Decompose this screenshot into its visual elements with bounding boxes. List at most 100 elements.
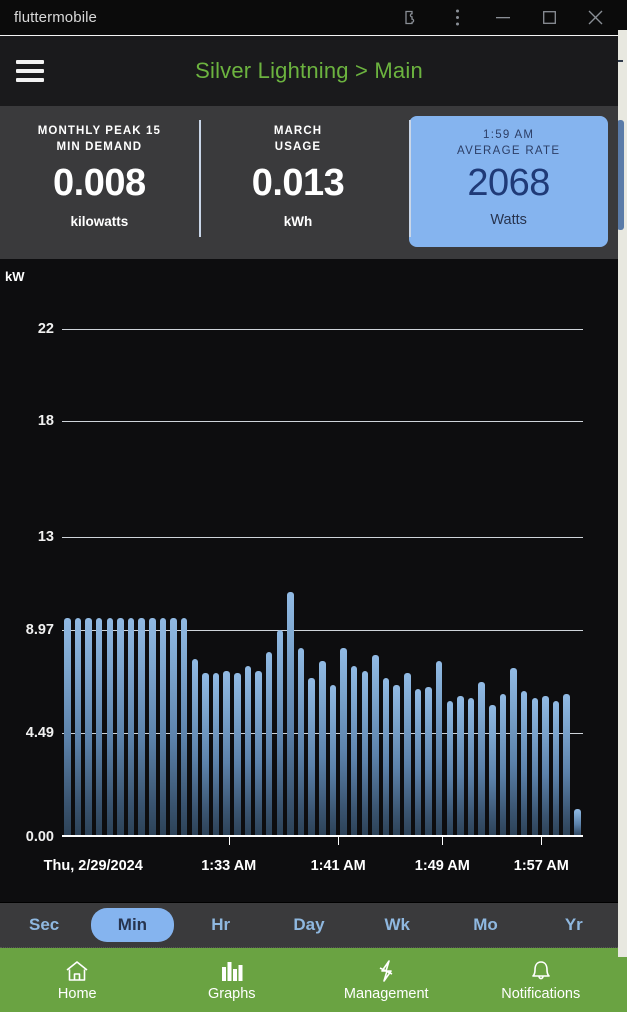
chart-bar[interactable] — [244, 666, 252, 837]
chart-bar[interactable] — [319, 661, 326, 837]
bar-cell[interactable] — [530, 271, 541, 837]
bar-cell[interactable] — [434, 271, 445, 837]
chart-bar[interactable] — [234, 672, 241, 837]
bar-cell[interactable] — [211, 271, 222, 837]
chart-bar[interactable] — [552, 700, 560, 837]
bar-cell[interactable] — [413, 271, 424, 837]
chart-bar[interactable] — [212, 672, 220, 837]
nav-item-graphs[interactable]: Graphs — [155, 959, 310, 1002]
chart-bar[interactable] — [414, 689, 422, 837]
chart-bar[interactable] — [489, 705, 496, 837]
chart-bar[interactable] — [574, 809, 581, 837]
bar-cell[interactable] — [476, 271, 487, 837]
range-tab-sec[interactable]: Sec — [3, 908, 85, 942]
bar-cell[interactable] — [381, 271, 392, 837]
chart-bar[interactable] — [127, 617, 135, 837]
bar-cell[interactable] — [519, 271, 530, 837]
chart-bar[interactable] — [499, 693, 507, 837]
chart-bar[interactable] — [372, 654, 379, 837]
range-tab-mo[interactable]: Mo — [444, 908, 526, 942]
bar-cell[interactable] — [572, 271, 583, 837]
bar-cell[interactable] — [508, 271, 519, 837]
bar-cell[interactable] — [540, 271, 551, 837]
chart-bar[interactable] — [382, 677, 390, 837]
chart-bar[interactable] — [340, 647, 347, 837]
bar-cell[interactable] — [498, 271, 509, 837]
chart-bar[interactable] — [287, 592, 294, 837]
bar-cell[interactable] — [73, 271, 84, 837]
bar-cell[interactable] — [306, 271, 317, 837]
bar-cell[interactable] — [370, 271, 381, 837]
close-button[interactable] — [572, 0, 618, 35]
chart-bar[interactable] — [180, 617, 188, 837]
bar-cell[interactable] — [423, 271, 434, 837]
bar-cell[interactable] — [391, 271, 402, 837]
chart-bar[interactable] — [308, 677, 315, 837]
chart-bar[interactable] — [510, 668, 517, 837]
chart-bar[interactable] — [202, 672, 209, 837]
nav-item-home[interactable]: Home — [0, 959, 155, 1002]
bar-cell[interactable] — [94, 271, 105, 837]
chart-bar[interactable] — [520, 691, 528, 837]
bar-cell[interactable] — [200, 271, 211, 837]
nav-item-management[interactable]: Management — [309, 959, 464, 1002]
chart-bar[interactable] — [106, 617, 114, 837]
bar-cell[interactable] — [221, 271, 232, 837]
minimize-button[interactable] — [480, 0, 526, 35]
bar-cell[interactable] — [296, 271, 307, 837]
chart-bar[interactable] — [446, 700, 454, 837]
more-vertical-icon[interactable] — [434, 0, 480, 35]
bar-cell[interactable] — [445, 271, 456, 837]
bar-cell[interactable] — [179, 271, 190, 837]
chart-bar[interactable] — [170, 617, 177, 837]
bar-cell[interactable] — [466, 271, 477, 837]
bar-cell[interactable] — [551, 271, 562, 837]
chart-bar[interactable] — [149, 617, 156, 837]
nav-item-notifications[interactable]: Notifications — [464, 959, 619, 1002]
bar-cell[interactable] — [317, 271, 328, 837]
chart-bar[interactable] — [95, 617, 103, 837]
chart-bar[interactable] — [404, 672, 411, 837]
chart-bar[interactable] — [223, 670, 230, 837]
bar-cell[interactable] — [360, 271, 371, 837]
bar-cell[interactable] — [243, 271, 254, 837]
bar-cell[interactable] — [115, 271, 126, 837]
chart-bar[interactable] — [297, 647, 305, 837]
chart-bar[interactable] — [329, 684, 337, 837]
chart-bar[interactable] — [531, 698, 539, 837]
bar-cell[interactable] — [83, 271, 94, 837]
bar-cell[interactable] — [62, 271, 73, 837]
bar-cell[interactable] — [147, 271, 158, 837]
chart-bar[interactable] — [350, 666, 358, 837]
extension-icon[interactable] — [388, 0, 434, 35]
background-scrollbar[interactable] — [617, 120, 624, 230]
bar-cell[interactable] — [190, 271, 201, 837]
bar-cell[interactable] — [561, 271, 572, 837]
bar-cell[interactable] — [402, 271, 413, 837]
chart-bar[interactable] — [138, 617, 145, 837]
bar-cell[interactable] — [105, 271, 116, 837]
chart-bar[interactable] — [117, 617, 124, 837]
chart-bar[interactable] — [393, 684, 400, 837]
chart-bar[interactable] — [276, 629, 284, 837]
bar-cell[interactable] — [328, 271, 339, 837]
bar-cell[interactable] — [338, 271, 349, 837]
maximize-button[interactable] — [526, 0, 572, 35]
chart-bar[interactable] — [159, 617, 167, 837]
chart-bar[interactable] — [542, 696, 549, 837]
chart-bar[interactable] — [435, 661, 443, 837]
range-tab-day[interactable]: Day — [268, 908, 350, 942]
chart-bar[interactable] — [425, 686, 432, 837]
bar-cell[interactable] — [136, 271, 147, 837]
bar-cell[interactable] — [455, 271, 466, 837]
range-tab-yr[interactable]: Yr — [533, 908, 615, 942]
bar-cell[interactable] — [232, 271, 243, 837]
bar-cell[interactable] — [168, 271, 179, 837]
chart-bar[interactable] — [467, 698, 475, 837]
bar-cell[interactable] — [264, 271, 275, 837]
range-tab-wk[interactable]: Wk — [356, 908, 438, 942]
range-tab-min[interactable]: Min — [91, 908, 174, 942]
chart-bar[interactable] — [85, 617, 92, 837]
bar-cell[interactable] — [275, 271, 286, 837]
bar-cell[interactable] — [126, 271, 137, 837]
